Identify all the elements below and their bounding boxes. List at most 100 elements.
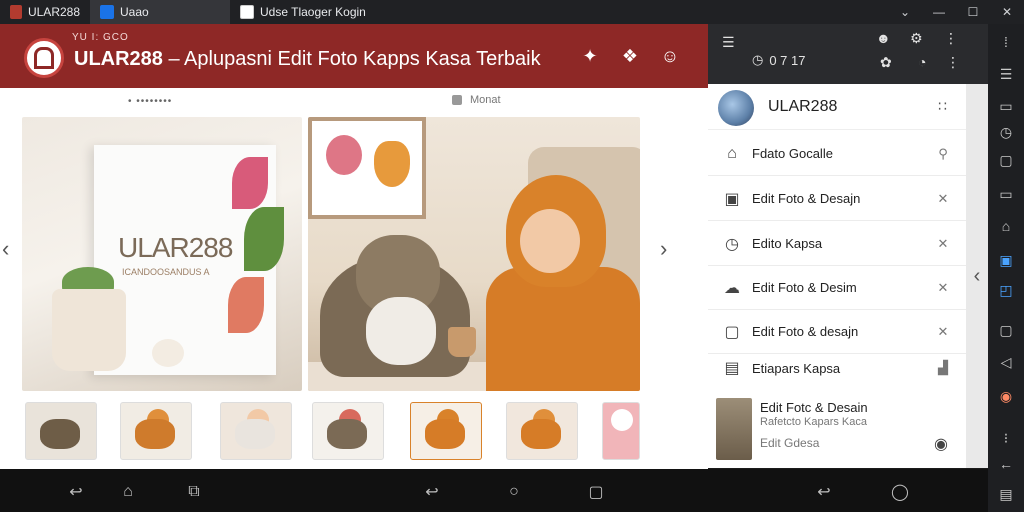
menu-item-etiapars-kapsa[interactable]: ▤ Etiapars Kapsa ▟	[708, 346, 966, 390]
tab-label: Udse Tlaoger Kogin	[260, 5, 366, 19]
subbar-label: Monat	[452, 94, 501, 106]
cloud-icon: ☁	[724, 279, 740, 297]
bowl-image	[152, 339, 184, 367]
file-icon: ▢	[724, 323, 740, 341]
chart-icon[interactable]: ▟	[934, 359, 952, 377]
timer-icon[interactable]: ◔	[918, 54, 926, 70]
page-title: ULAR288 – Aplupasni Edit Foto Kapps Kasa…	[74, 48, 541, 70]
pot-image	[52, 289, 126, 371]
tab-ular288[interactable]: ULAR288	[0, 0, 90, 24]
android-nav-bar: ↩ ⌂ ⧉ ↩ ○ ▢ ↩ ◯	[0, 469, 988, 512]
back-icon[interactable]: ←	[996, 454, 1016, 474]
browser-tab-bar: ULAR288 Uaao Udse Tlaoger Kogin ⌄ — ☐ ✕	[0, 0, 1024, 24]
chat-icon[interactable]: ▭	[996, 96, 1016, 116]
avatar[interactable]	[718, 90, 754, 126]
chat-icon[interactable]: ☺	[660, 46, 680, 66]
thumbnail[interactable]	[25, 402, 97, 460]
menu-icon[interactable]: ⁞	[996, 32, 1016, 52]
thumbnail[interactable]	[120, 402, 192, 460]
tab-udse[interactable]: Udse Tlaoger Kogin	[230, 0, 470, 24]
back-icon[interactable]: ↩	[812, 481, 836, 503]
small-plant-image	[448, 327, 476, 357]
window-controls: ⌄ — ☐ ✕	[888, 0, 1024, 24]
clock-icon: ◷	[752, 52, 764, 67]
time-readout: ◷ 0 7 17	[752, 52, 806, 68]
board-text: ULAR288	[118, 232, 233, 263]
doc-icon: ▤	[724, 360, 740, 377]
tool-rail: ⁞ ☰ ▭ ◷ ▢ ▭ ⌂ ▣ ◰ ▢ ◁ ◉ ⁝ ← ▤	[988, 24, 1024, 512]
thumbnail[interactable]	[220, 402, 292, 460]
carousel-prev-icon[interactable]: ‹	[2, 236, 9, 262]
back-icon[interactable]: ↩	[420, 481, 444, 503]
badge-icon	[452, 95, 462, 105]
more-icon[interactable]: ⋮	[944, 30, 958, 47]
pin-icon[interactable]: ✕	[934, 235, 952, 253]
thumbnail[interactable]	[602, 402, 640, 460]
minimize-icon[interactable]: —	[922, 5, 956, 19]
site-logo[interactable]	[24, 38, 64, 78]
more-icon[interactable]: ⁝	[996, 428, 1016, 448]
carousel-next-icon[interactable]: ›	[660, 236, 667, 262]
share-icon[interactable]: ✦	[580, 46, 600, 66]
home-icon[interactable]: ○	[502, 481, 526, 503]
pin-icon[interactable]: ✕	[934, 279, 952, 297]
thumbnail-strip	[0, 400, 708, 464]
bug-icon[interactable]: ✿	[880, 54, 892, 71]
gear-icon[interactable]: ⚙	[910, 30, 923, 47]
thumbnail[interactable]	[410, 402, 482, 460]
hero-image-left[interactable]: ULAR288 ICANDOOSANDUS A	[22, 117, 302, 391]
recent-card[interactable]: Edit Fotc & Desain Rafetcto Kapars Kaca …	[708, 390, 966, 468]
settings-icon[interactable]: ❖	[620, 46, 640, 66]
keyboard-icon[interactable]: ▤	[996, 484, 1016, 504]
recents-icon[interactable]: ▢	[584, 481, 608, 503]
pin-icon[interactable]: ✕	[934, 190, 952, 208]
folder-icon: ⌂	[727, 144, 737, 162]
menu-item-edito-kapsa[interactable]: ◷ Edito Kapsa ✕	[708, 222, 966, 266]
recents-icon[interactable]: ⧉	[182, 481, 206, 503]
emoji-icon[interactable]: ☻	[876, 30, 891, 46]
cat-chest-image	[366, 297, 436, 365]
card-meta: Edit Gdesa	[760, 436, 820, 450]
kebab-icon[interactable]: ⋮	[946, 54, 960, 71]
sync-icon[interactable]: ◰	[996, 280, 1016, 300]
wall-art-frame	[308, 117, 426, 219]
edit-icon[interactable]: ⌂	[996, 216, 1016, 236]
list-icon[interactable]: ☰	[722, 34, 735, 51]
panel-header: ☰ ☻ ⚙ ⋮ ✿ ◔ ⋮	[708, 24, 988, 84]
tab-search-icon[interactable]: ⌄	[888, 5, 922, 19]
user-icon[interactable]: ⚲	[934, 145, 952, 163]
lock-icon[interactable]: ▢	[996, 320, 1016, 340]
grid-menu-icon[interactable]: ∷	[938, 98, 947, 115]
home-icon[interactable]: ⌂	[116, 481, 140, 503]
profile-name: ULAR288	[768, 98, 838, 115]
thumbnail[interactable]	[312, 402, 384, 460]
menu-item-edit-foto-desim[interactable]: ☁ Edit Foto & Desim ✕	[708, 266, 966, 310]
image-icon: ▣	[724, 190, 740, 208]
back-icon[interactable]: ↩	[64, 481, 88, 503]
hero-image-right[interactable]	[308, 117, 640, 391]
home-icon[interactable]: ◯	[888, 481, 912, 503]
carousel-dots[interactable]: • ••••••••	[128, 96, 172, 107]
maximize-icon[interactable]: ☐	[956, 5, 990, 19]
folder-icon[interactable]: ▭	[996, 184, 1016, 204]
site-banner: YU I: GCO ULAR288 – Aplupasni Edit Foto …	[0, 24, 708, 88]
pin-icon[interactable]: ✕	[934, 323, 952, 341]
camera-icon[interactable]: ◉	[934, 434, 948, 454]
menu-item-edit-foto-desajn[interactable]: ▣ Edit Foto & Desajn ✕	[708, 177, 966, 221]
menu-item-fdato-gocalle[interactable]: ⌂ Fdato Gocalle ⚲	[708, 132, 966, 176]
thumbnail[interactable]	[506, 402, 578, 460]
card-title: Edit Fotc & Desain	[760, 400, 868, 415]
speed-icon[interactable]: ◷	[996, 122, 1016, 142]
volume-icon[interactable]: ◁	[996, 352, 1016, 372]
profile-row[interactable]: ULAR288 ∷	[708, 84, 966, 130]
close-icon[interactable]: ✕	[990, 5, 1024, 19]
web-page: YU I: GCO ULAR288 – Aplupasni Edit Foto …	[0, 24, 708, 469]
gamepad-icon[interactable]: ▢	[996, 150, 1016, 170]
globe-icon[interactable]: ◉	[996, 386, 1016, 406]
list-icon[interactable]: ☰	[996, 64, 1016, 84]
tab-label: Uaao	[120, 5, 149, 19]
collapse-panel-icon[interactable]: ‹	[966, 84, 988, 468]
layer-icon[interactable]: ▣	[996, 250, 1016, 270]
card-subtitle: Rafetcto Kapars Kaca	[760, 416, 868, 428]
tab-uaao[interactable]: Uaao	[90, 0, 230, 24]
